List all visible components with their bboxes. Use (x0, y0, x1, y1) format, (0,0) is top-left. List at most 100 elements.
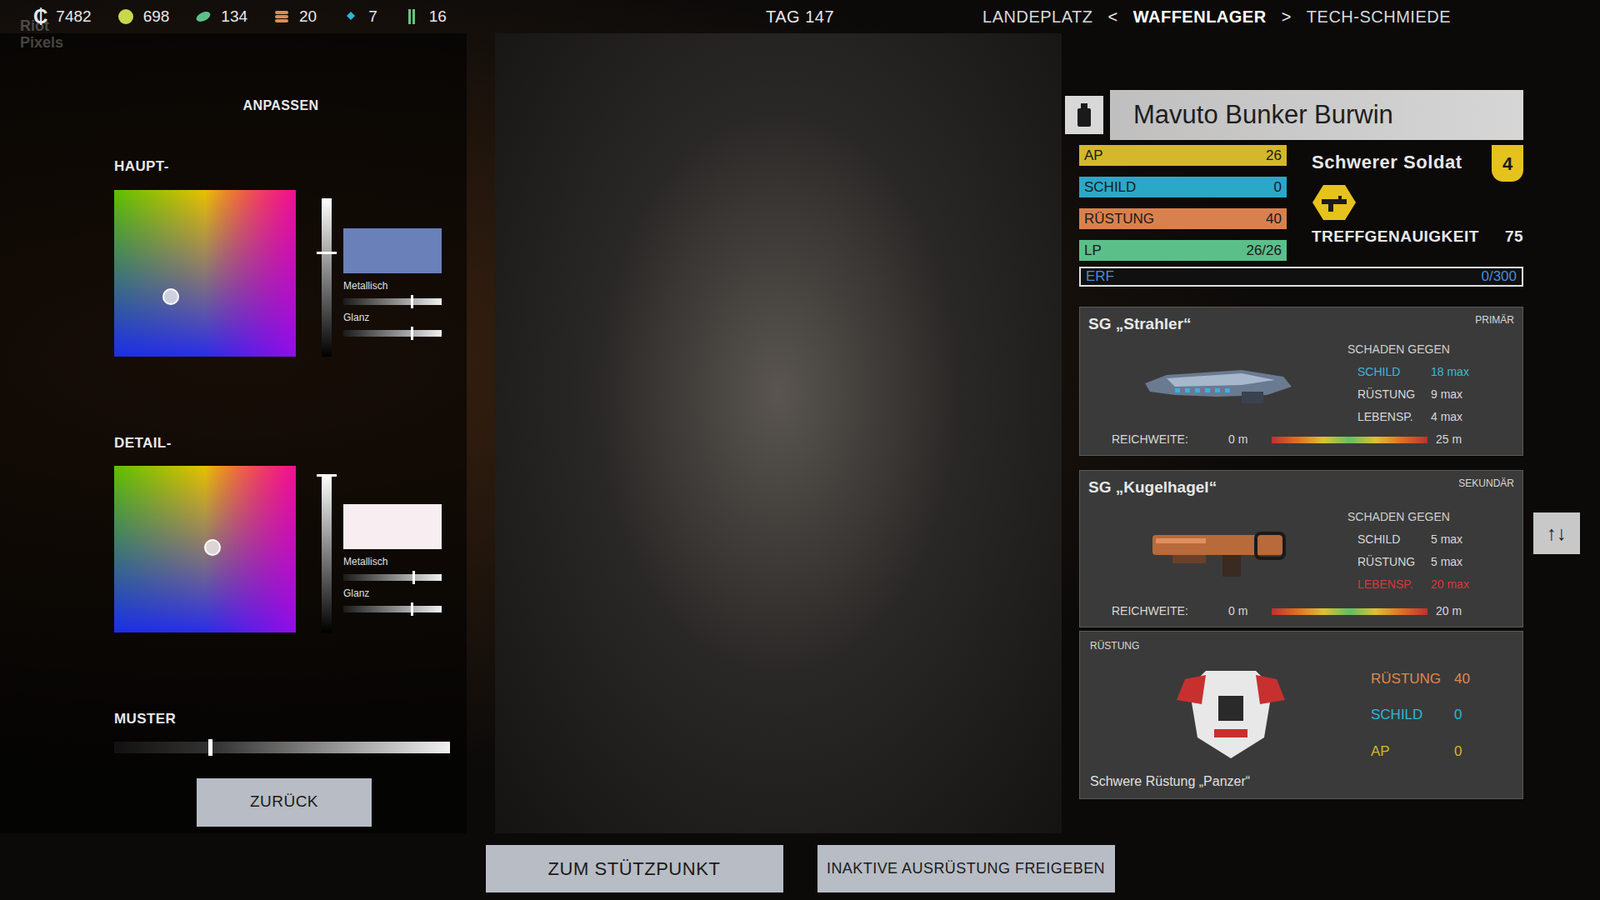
weapon-card[interactable]: SG „Strahler“PRIMÄRSCHADEN GEGENSCHILD18… (1079, 306, 1524, 456)
soldier-panel: Mavuto Bunker BurwinAP26SCHILD0RÜSTUNG40… (1065, 33, 1524, 800)
bottom-bar: ZUM STÜTZPUNKT INAKTIVE AUSRÜSTUNG FREIGE… (0, 833, 1600, 900)
soldier-class: Schwerer Soldat (1311, 145, 1463, 176)
nav-next-arrow[interactable]: > (1281, 4, 1292, 30)
damage-row: LEBENSP.4 max (1347, 408, 1515, 426)
picker-handle[interactable] (204, 539, 221, 556)
resource: 134 (194, 5, 248, 30)
damage-row: SCHILD5 max (1347, 530, 1515, 549)
gem-icon (341, 7, 360, 26)
slider-handle[interactable] (410, 295, 414, 309)
slider-handle[interactable] (412, 570, 415, 585)
ore-icon (116, 7, 135, 26)
bars-icon (402, 7, 421, 26)
armor-stat: SCHILD0 (1370, 704, 1513, 726)
material-slider[interactable] (343, 330, 442, 337)
xp-bar: ERF0/300 (1079, 266, 1524, 287)
material-slider[interactable] (343, 605, 442, 613)
top-bar: ₵7482 698 134 20 7 16 TAG 147 LANDEPLATZ < WAFFEN… (0, 0, 1600, 34)
slider-label: Glanz (343, 585, 442, 601)
location-nav: LANDEPLATZ < WAFFENLAGER > TECH-SCHMIEDE (834, 4, 1567, 30)
stat-bar: RÜSTUNG40 (1079, 208, 1287, 230)
damage-row: RÜSTUNG9 max (1347, 385, 1515, 404)
beam-gun-icon (1141, 358, 1295, 409)
weapon-name: SG „Strahler“ (1088, 312, 1192, 337)
color-section: DETAIL- Metallisch Glanz (114, 432, 467, 634)
armor-stat: AP0 (1370, 740, 1513, 763)
item-badge (1065, 95, 1104, 135)
color-picker[interactable] (114, 190, 296, 357)
range-bar (1271, 436, 1428, 444)
weapon-slot: PRIMÄR (1475, 312, 1515, 328)
main-area: ANPASSEN HAUPT- Metallisch Glanz DETAIL- Meta… (0, 33, 1600, 834)
resource: ₵7482 (33, 5, 92, 30)
stat-bar: LP26/26 (1079, 240, 1287, 261)
accuracy: TREFFGENAUIGKEIT75 (1311, 225, 1524, 250)
slider-label: Glanz (343, 310, 442, 325)
soldier-name: Mavuto Bunker Burwin (1110, 90, 1524, 140)
slider-handle[interactable] (410, 602, 414, 616)
soldier-header: Mavuto Bunker Burwin (1065, 90, 1524, 140)
stat-bar: AP26 (1079, 145, 1287, 166)
slider-label: Metallisch (343, 554, 442, 570)
pattern-label: MUSTER (114, 708, 467, 730)
stack-icon (272, 7, 291, 26)
range-bar (1271, 608, 1428, 615)
bottom-button[interactable]: INAKTIVE AUSRÜSTUNG FREIGEBEN (817, 845, 1115, 893)
brightness-slider[interactable] (321, 198, 332, 357)
brightness-slider[interactable] (321, 474, 332, 633)
credits-icon: ₵ (33, 6, 48, 27)
swap-weapons-button[interactable]: ↑↓ (1533, 512, 1580, 555)
armor-name: Schwere Rüstung „Panzer“ (1090, 771, 1371, 792)
nav-current: WAFFENLAGER (1133, 4, 1267, 30)
back-button[interactable]: ZURÜCK (196, 778, 372, 827)
slider-label: Metallisch (343, 278, 442, 294)
slider-handle[interactable] (316, 474, 337, 477)
resource: 698 (116, 5, 170, 30)
soldier-render (495, 33, 1062, 834)
leaf-icon (194, 7, 213, 26)
stat-bars: AP26 SCHILD0 RÜSTUNG40 LP26/26 (1079, 145, 1287, 261)
nav-next[interactable]: TECH-SCHMIEDE (1306, 4, 1451, 30)
pattern-slider[interactable] (114, 741, 450, 754)
armory-screen: Riot Pixels₵748269813420716TAG 147LANDEP… (0, 0, 1600, 900)
resource: 16 (402, 5, 447, 30)
damage-table: SCHADEN GEGENSCHILD5 maxRÜSTUNG5 maxLEBE… (1347, 508, 1515, 594)
resource: 20 (272, 5, 317, 30)
bullet-gun-icon (1147, 521, 1290, 580)
range-row: REICHWEITE:0 m20 m (1088, 602, 1515, 620)
damage-row: RÜSTUNG5 max (1347, 553, 1515, 571)
nav-prev-arrow[interactable]: < (1108, 4, 1119, 30)
damage-table: SCHADEN GEGENSCHILD18 maxRÜSTUNG9 maxLEB… (1347, 340, 1515, 426)
weapon-name: SG „Kugelhagel“ (1088, 475, 1217, 500)
picker-handle[interactable] (162, 288, 180, 305)
canister-icon (1075, 101, 1094, 129)
material-slider[interactable] (343, 298, 442, 305)
color-swatch (343, 504, 442, 550)
color-swatch (343, 228, 442, 274)
section-label: HAUPT- (114, 155, 467, 178)
resource: 7 (341, 5, 378, 30)
resources: ₵7482 698 134 20 7 16 (33, 5, 766, 30)
damage-row: LEBENSP.20 max (1347, 575, 1515, 594)
color-picker[interactable] (114, 465, 296, 633)
weapon-card[interactable]: SG „Kugelhagel“SEKUNDÄRSCHADEN GEGENSCHI… (1079, 470, 1524, 628)
slider-handle[interactable] (316, 251, 337, 255)
material-slider[interactable] (343, 574, 442, 581)
armor-card[interactable]: RÜSTUNGSchwere Rüstung „Panzer“RÜSTUNG40… (1079, 630, 1524, 800)
heavy-weapon-icon (1311, 183, 1357, 222)
slider-handle[interactable] (410, 326, 414, 340)
armor-section-label: RÜSTUNG (1090, 638, 1371, 654)
day-counter: TAG 147 (765, 4, 835, 30)
slider-handle[interactable] (208, 739, 213, 756)
bottom-button[interactable]: ZUM STÜTZPUNKT (485, 845, 784, 893)
section-label: DETAIL- (114, 432, 467, 455)
stat-bar: SCHILD0 (1079, 176, 1287, 198)
armor-stat: RÜSTUNG40 (1370, 668, 1513, 690)
damage-row: SCHILD18 max (1347, 363, 1515, 381)
customize-title: ANPASSEN (114, 95, 448, 116)
rank-badge: 4 (1491, 145, 1524, 182)
color-section: HAUPT- Metallisch Glanz (114, 155, 467, 357)
nav-prev[interactable]: LANDEPLATZ (982, 4, 1093, 30)
armor-stats: RÜSTUNG40 SCHILD0 AP0 (1370, 638, 1513, 792)
weapon-slot: SEKUNDÄR (1458, 475, 1515, 491)
